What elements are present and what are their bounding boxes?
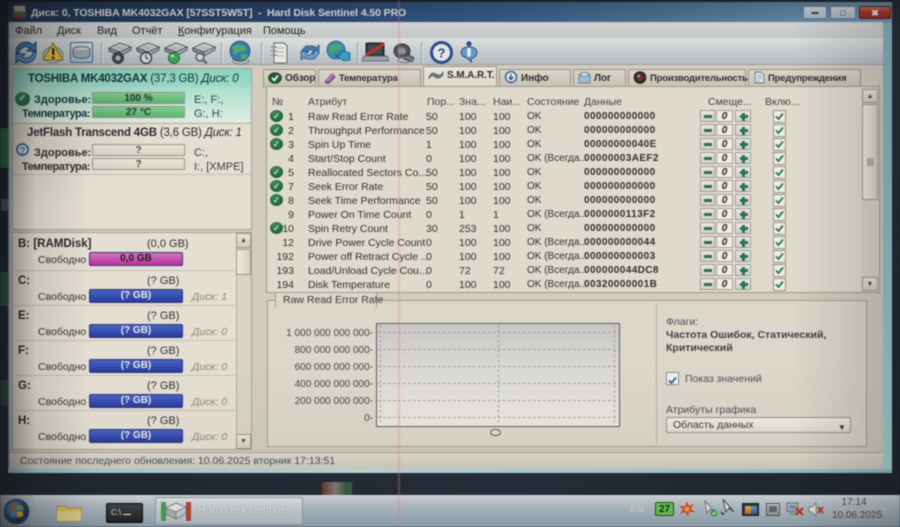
svg-text:?: ? <box>438 46 446 61</box>
